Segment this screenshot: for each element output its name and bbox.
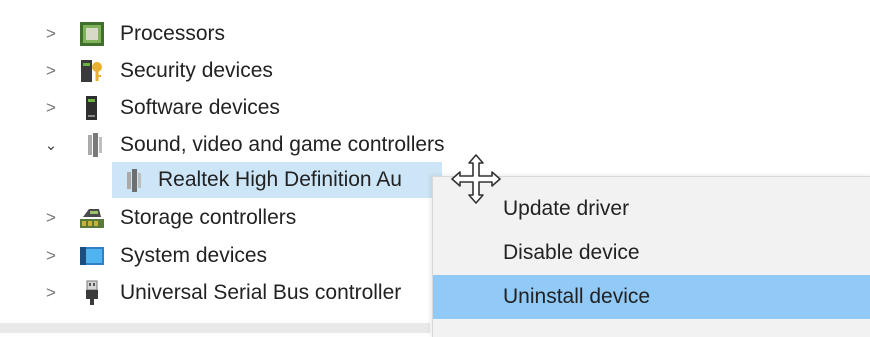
expand-chevron-icon[interactable]: >: [44, 246, 58, 266]
tree-item-label: Software devices: [120, 96, 280, 119]
system-device-icon: [79, 243, 105, 269]
tree-item-label: Storage controllers: [120, 206, 297, 229]
menu-item-uninstall-device[interactable]: Uninstall device: [433, 275, 870, 319]
menu-item-label: Update driver: [503, 197, 630, 220]
speaker-icon: [79, 132, 105, 158]
menu-item-disable-device[interactable]: Disable device: [433, 231, 870, 275]
expand-chevron-icon[interactable]: >: [44, 61, 58, 81]
move-cursor-icon: [451, 154, 501, 204]
speaker-icon: [120, 167, 146, 193]
expand-chevron-icon[interactable]: >: [44, 283, 58, 303]
tree-item-label: Security devices: [120, 59, 273, 82]
tree-item-label: Sound, video and game controllers: [120, 133, 445, 156]
horizontal-scrollbar-track[interactable]: [0, 323, 430, 333]
processor-icon: [79, 21, 105, 47]
expand-chevron-icon[interactable]: >: [44, 24, 58, 44]
security-device-icon: [79, 58, 105, 84]
tree-item-label: Processors: [120, 22, 226, 45]
tree-item-label: Realtek High Definition Au: [158, 168, 402, 191]
expand-chevron-icon[interactable]: >: [44, 208, 58, 228]
software-device-icon: [79, 95, 105, 121]
tree-item-label: System devices: [120, 244, 268, 267]
expand-chevron-icon[interactable]: >: [44, 98, 58, 118]
usb-icon: [79, 280, 105, 306]
tree-item-label: Universal Serial Bus controller: [120, 281, 402, 304]
menu-item-label: Disable device: [503, 241, 640, 264]
storage-controller-icon: [79, 205, 105, 231]
collapse-chevron-icon[interactable]: ⌄: [44, 136, 58, 154]
menu-item-label: Uninstall device: [503, 285, 651, 308]
